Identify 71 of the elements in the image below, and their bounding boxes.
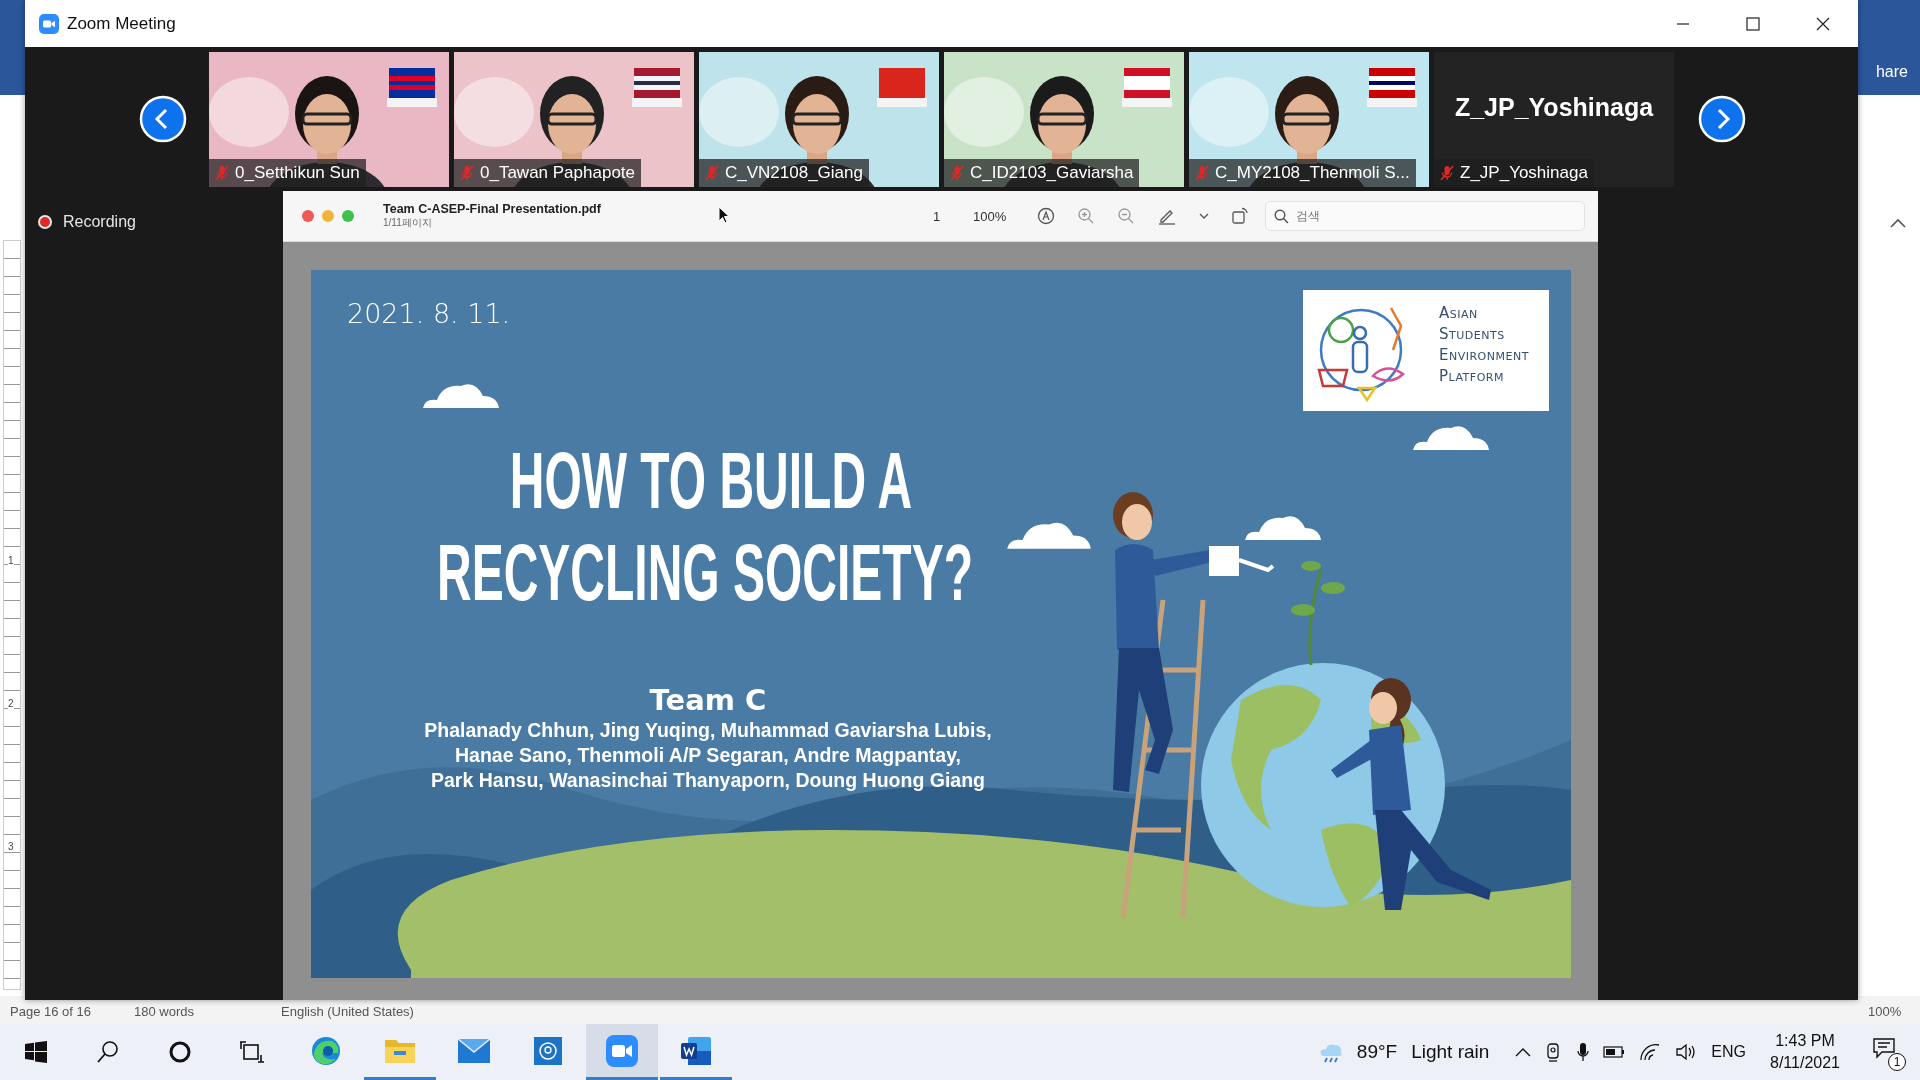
- notification-icon[interactable]: [1872, 1037, 1896, 1059]
- clock-date[interactable]: 8/11/2021: [1770, 1054, 1840, 1072]
- wifi-icon[interactable]: [1639, 1043, 1662, 1061]
- status-text: Page 16 of 16: [10, 1004, 91, 1019]
- participant-name: C_ID2103_Gaviarsha: [970, 162, 1134, 183]
- page-count: 1/11페이지: [383, 216, 433, 230]
- file-name: Team C-ASEP-Final Presentation.pdf: [383, 202, 601, 216]
- photo-viewer-icon: [533, 1035, 563, 1066]
- ruler-number: 3: [8, 842, 14, 852]
- zoom-out-icon[interactable]: [1117, 207, 1135, 225]
- logo-text: Asian: [1439, 304, 1478, 322]
- rotate-icon[interactable]: [1231, 207, 1249, 225]
- close-window-button[interactable]: [302, 210, 314, 222]
- search-field[interactable]: 검색: [1265, 201, 1585, 231]
- recording-dot-icon: [37, 214, 53, 230]
- participant-display-name: Z_JP_Yoshinaga: [1454, 92, 1654, 122]
- weather-temperature[interactable]: 89°F: [1356, 1041, 1398, 1063]
- slide-date: 2021. 8. 11.: [347, 298, 511, 329]
- zoom-level[interactable]: 100%: [973, 208, 1023, 224]
- mouse-cursor-icon: [718, 206, 730, 224]
- participant-name: 0_Tawan Paphapote: [480, 162, 636, 183]
- ruler-number: 1: [8, 556, 14, 566]
- share-button[interactable]: hare: [1875, 63, 1908, 81]
- speaker-icon[interactable]: [1675, 1043, 1698, 1061]
- slide-title: RECYCLING SOCIETY?: [437, 527, 973, 617]
- page-number[interactable]: 1: [933, 208, 973, 224]
- window-title: Zoom Meeting: [67, 13, 176, 34]
- edge-icon: [310, 1034, 342, 1067]
- team-name: Team C: [649, 683, 767, 717]
- input-language[interactable]: ENG: [1711, 1043, 1746, 1061]
- participant-name: Z_JP_Yoshinaga: [1460, 162, 1588, 183]
- video-camera-icon: [606, 1034, 638, 1067]
- slide-title: HOW TO BUILD A: [509, 435, 913, 525]
- status-text: English (United States): [281, 1004, 414, 1019]
- clock-time[interactable]: 1:43 PM: [1775, 1032, 1835, 1050]
- close-icon[interactable]: [1816, 16, 1830, 31]
- status-text: 100%: [1868, 1004, 1902, 1019]
- taskbar-app-button[interactable]: [586, 1024, 658, 1080]
- logo-text: Environment: [1439, 346, 1529, 364]
- chevron-up-icon[interactable]: [1890, 218, 1906, 228]
- recording-label: Recording: [63, 213, 136, 231]
- mail-icon: [457, 1037, 491, 1064]
- logo-text: Platform: [1439, 367, 1504, 385]
- zoom-logo-icon: [39, 13, 59, 34]
- participant-name: 0_Setthikun Sun: [235, 162, 360, 183]
- maximize-icon[interactable]: [1746, 16, 1760, 31]
- cortana-circle-icon[interactable]: [168, 1040, 192, 1064]
- task-view-icon[interactable]: [239, 1040, 265, 1064]
- member-names: Phalanady Chhun, Jing Yuqing, Muhammad Gaviarsha Lubis,: [424, 719, 992, 741]
- member-names: Park Hansu, Wanasinchai Thanyaporn, Doung Huong Giang: [431, 769, 985, 791]
- notification-count: 1: [1888, 1053, 1906, 1071]
- search-icon[interactable]: [96, 1040, 120, 1064]
- participant-name: C_VN2108_Giang: [725, 162, 863, 183]
- logo-text: Students: [1439, 325, 1505, 343]
- chevron-up-icon[interactable]: [1515, 1047, 1532, 1057]
- microphone-icon[interactable]: [1577, 1042, 1590, 1062]
- participant-name: C_MY2108_Thenmoli S...: [1215, 162, 1410, 183]
- previous-page-button[interactable]: [139, 95, 187, 143]
- member-names: Hanae Sano, Thenmoli A/P Segaran, Andre Magpantay,: [455, 744, 961, 766]
- logo-icon: [1317, 307, 1405, 403]
- document-w-icon: [680, 1035, 712, 1066]
- caret-icon[interactable]: [1199, 212, 1209, 220]
- markup-icon[interactable]: [1037, 207, 1055, 225]
- battery-icon[interactable]: [1603, 1046, 1626, 1058]
- zoom-in-icon[interactable]: [1077, 207, 1095, 225]
- ruler-number: 2: [8, 699, 14, 709]
- windows-start-icon[interactable]: [24, 1040, 48, 1064]
- weather-condition[interactable]: Light rain: [1411, 1041, 1490, 1063]
- search-icon: [1274, 209, 1289, 224]
- next-page-button[interactable]: [1698, 95, 1746, 143]
- status-text: 180 words: [134, 1004, 194, 1019]
